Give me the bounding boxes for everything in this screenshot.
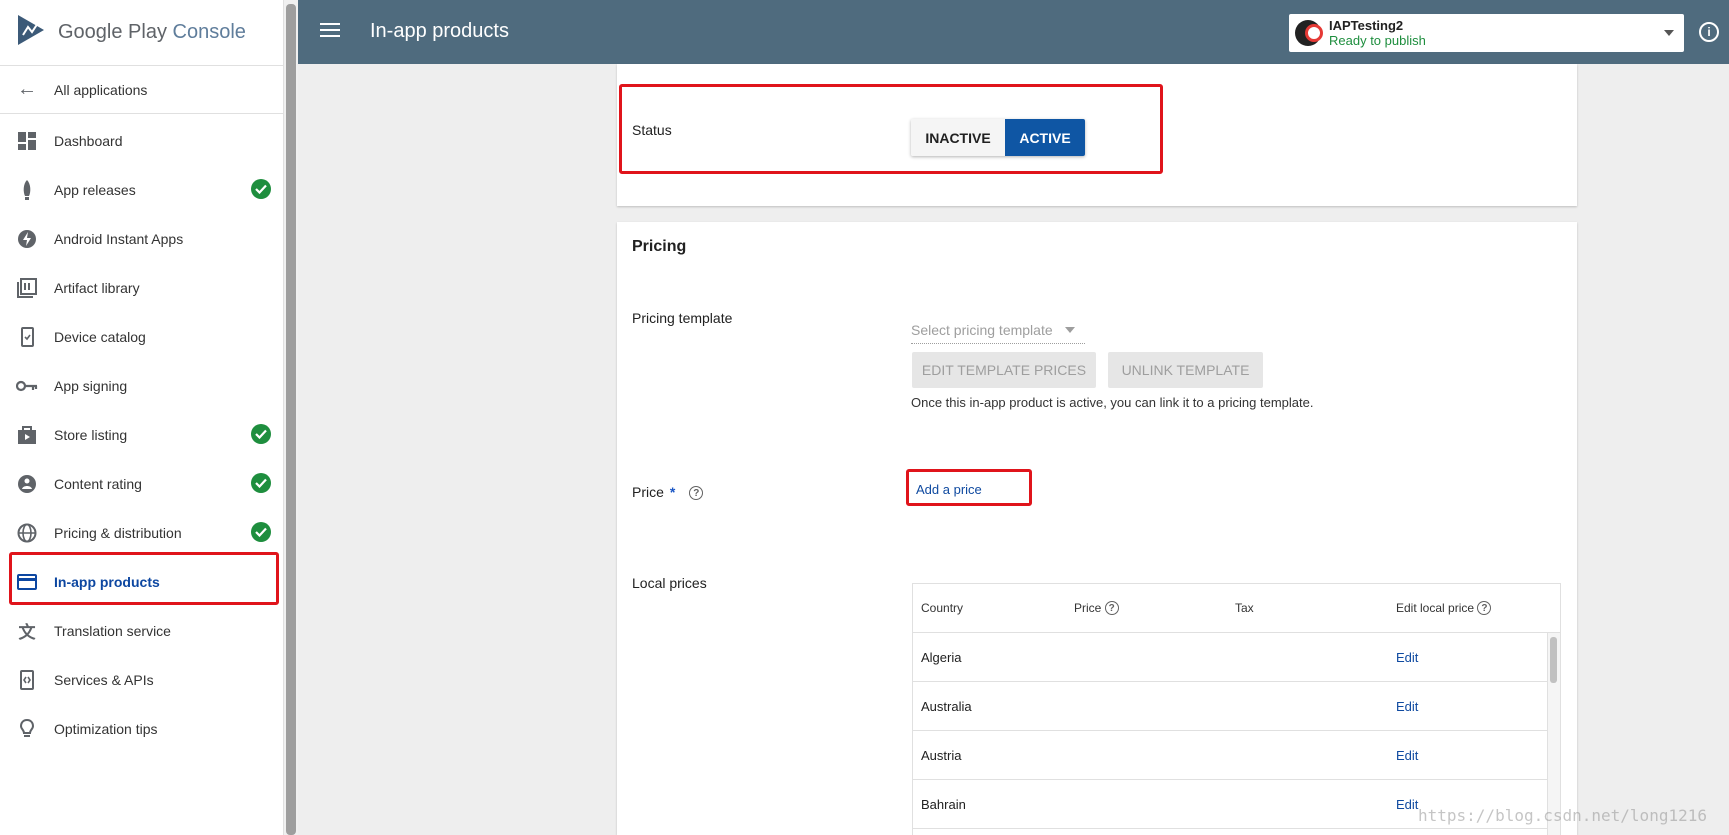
sidebar-item-label: Services & APIs: [54, 671, 154, 688]
pricing-template-label: Pricing template: [632, 310, 733, 326]
check-circle-icon: [251, 424, 271, 444]
sidebar-item-label: Translation service: [54, 622, 171, 639]
all-applications-label: All applications: [54, 81, 148, 98]
pricing-template-placeholder: Select pricing template: [911, 321, 1053, 338]
check-circle-icon: [251, 522, 271, 542]
store-icon: [16, 424, 38, 446]
brand-name: Google Play Console: [58, 21, 246, 43]
sidebar-item-dashboard[interactable]: Dashboard: [0, 116, 283, 165]
pricing-template-select[interactable]: Select pricing template: [911, 316, 1085, 344]
globe-icon: [16, 522, 38, 544]
sidebar-item-android-instant-apps[interactable]: Android Instant Apps: [0, 214, 283, 263]
app-avatar: [1295, 20, 1323, 46]
sidebar-item-label: Pricing & distribution: [54, 524, 182, 541]
sidebar-item-device-catalog[interactable]: Device catalog: [0, 312, 283, 361]
pricing-template-hint: Once this in-app product is active, you …: [911, 395, 1314, 410]
required-asterisk: *: [669, 484, 676, 500]
price-label-row: Price * ?: [632, 484, 704, 501]
price-label: Price: [632, 484, 664, 500]
table-scrollbar-thumb[interactable]: [1550, 637, 1557, 683]
check-circle-icon: [251, 473, 271, 493]
country-cell: Bahrain: [921, 796, 966, 812]
sidebar-item-label: Content rating: [54, 475, 142, 492]
api-icon: [16, 669, 38, 691]
sidebar-item-label: Device catalog: [54, 328, 146, 345]
arrow-back-icon: ←: [17, 78, 37, 100]
table-row: Austria Edit: [913, 731, 1549, 780]
top-app-bar: In-app products IAPTesting2 Ready to pub…: [298, 0, 1729, 64]
app-status: Ready to publish: [1329, 33, 1426, 48]
device-icon: [16, 326, 38, 348]
sidebar-item-optimization-tips[interactable]: Optimization tips: [0, 704, 283, 753]
help-icon[interactable]: ?: [1104, 601, 1119, 616]
sidebar-item-label: App releases: [54, 181, 136, 198]
sidebar-item-content-rating[interactable]: Content rating: [0, 459, 283, 508]
sidebar-nav: Dashboard App releases Android Instant A…: [0, 114, 283, 753]
app-selector[interactable]: IAPTesting2 Ready to publish: [1289, 14, 1684, 52]
help-icon[interactable]: ?: [1477, 601, 1492, 616]
country-cell: Austria: [921, 747, 962, 763]
edit-link[interactable]: Edit: [1396, 650, 1549, 665]
sidebar-item-translation-service[interactable]: 文 Translation service: [0, 606, 283, 655]
rating-icon: [16, 473, 38, 495]
watermark: https://blog.csdn.net/long1216: [1418, 806, 1707, 825]
page-title: In-app products: [370, 20, 509, 42]
country-cell: Algeria: [921, 649, 962, 665]
sidebar-item-artifact-library[interactable]: Artifact library: [0, 263, 283, 312]
instant-apps-icon: [16, 228, 38, 250]
key-icon: [16, 375, 38, 397]
all-applications-link[interactable]: ← All applications: [0, 66, 283, 114]
column-header-tax: Tax: [1235, 601, 1254, 615]
edit-link[interactable]: Edit: [1396, 748, 1549, 763]
check-circle-icon: [251, 179, 271, 199]
sidebar-item-services-apis[interactable]: Services & APIs: [0, 655, 283, 704]
chevron-down-icon: [1664, 30, 1674, 36]
highlight-box-add-price: [906, 469, 1032, 506]
library-icon: [16, 277, 38, 299]
table-header-row: Country Price ? Tax Edit local price ?: [913, 584, 1560, 633]
sidebar-item-app-releases[interactable]: App releases: [0, 165, 283, 214]
info-icon[interactable]: i: [1699, 22, 1719, 42]
sidebar-item-label: App signing: [54, 377, 128, 394]
app-name: IAPTesting2: [1329, 18, 1404, 33]
pricing-section-title: Pricing: [632, 238, 687, 255]
edit-template-prices-button[interactable]: EDIT TEMPLATE PRICES: [912, 352, 1096, 388]
highlight-box-status: [619, 84, 1163, 174]
hamburger-menu-icon[interactable]: [320, 22, 340, 43]
sidebar-item-label: Dashboard: [54, 132, 123, 149]
table-row: Algeria Edit: [913, 633, 1549, 682]
sidebar-item-label: Store listing: [54, 426, 128, 443]
sidebar-item-app-signing[interactable]: App signing: [0, 361, 283, 410]
translate-icon: 文: [18, 623, 36, 642]
help-icon[interactable]: ?: [689, 486, 704, 501]
sidebar: Google Play Console ← All applications D…: [0, 0, 284, 835]
column-header-edit-local-price: Edit local price ?: [1396, 601, 1549, 616]
rocket-icon: [16, 179, 38, 201]
table-row: Australia Edit: [913, 682, 1549, 731]
chevron-down-icon: [1064, 326, 1075, 333]
column-header-country: Country: [921, 601, 964, 615]
sidebar-item-label: Android Instant Apps: [54, 230, 184, 247]
highlight-box-in-app-products: [9, 552, 279, 605]
lightbulb-icon: [16, 718, 38, 740]
play-console-logo-icon: [16, 13, 46, 52]
edit-link[interactable]: Edit: [1396, 699, 1549, 714]
sidebar-item-store-listing[interactable]: Store listing: [0, 410, 283, 459]
sidebar-item-pricing-distribution[interactable]: Pricing & distribution: [0, 508, 283, 557]
sidebar-item-label: Optimization tips: [54, 720, 158, 737]
dashboard-icon: [16, 130, 38, 152]
sidebar-scrollbar-thumb[interactable]: [286, 4, 296, 835]
brand-logo[interactable]: Google Play Console: [0, 0, 283, 66]
local-prices-label: Local prices: [632, 575, 707, 591]
unlink-template-button[interactable]: UNLINK TEMPLATE: [1108, 352, 1263, 388]
country-cell: Australia: [921, 698, 972, 714]
sidebar-item-label: Artifact library: [54, 279, 140, 296]
local-prices-table: Country Price ? Tax Edit local price ? A…: [912, 583, 1561, 835]
column-header-price: Price ?: [1074, 601, 1235, 616]
